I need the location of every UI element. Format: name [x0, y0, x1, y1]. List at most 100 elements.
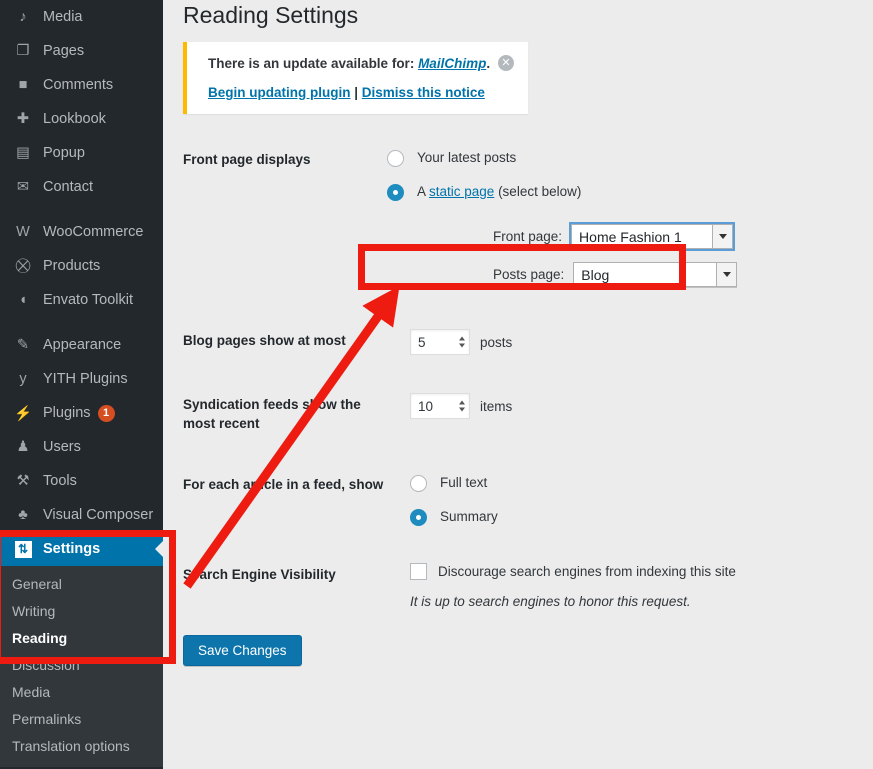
- chevron-down-icon: [712, 225, 733, 248]
- static-page-link[interactable]: static page: [429, 184, 494, 199]
- sidebar-item-label: Appearance: [43, 337, 122, 353]
- admin-sidebar: ♪ Media ❐ Pages ■ Comments ✚ Lookbook ▤ Popup ✉ Con…: [0, 0, 163, 769]
- sidebar-item-label: Comments: [43, 77, 114, 93]
- plugin-update-notice: ✕ There is an update available for: Mail…: [183, 42, 528, 114]
- sidebar-item-users[interactable]: ♟ Users: [0, 430, 163, 464]
- row-feed-article: For each article in a feed, show Full te…: [183, 473, 873, 527]
- blog-pages-unit: posts: [480, 334, 513, 350]
- submenu-item-general[interactable]: General: [0, 571, 163, 598]
- sidebar-item-plugins[interactable]: ⚡ Plugins 1: [0, 396, 163, 430]
- syndication-feeds-number-input[interactable]: 10: [410, 393, 470, 419]
- pages-icon: ❐: [16, 43, 30, 59]
- sidebar-item-popup[interactable]: ▤ Popup: [0, 136, 163, 170]
- user-icon: ♟: [16, 439, 30, 455]
- front-page-select[interactable]: Home Fashion 1: [569, 222, 736, 251]
- sidebar-item-label: Popup: [43, 145, 85, 161]
- notice-text-before: There is an update available for:: [208, 56, 419, 71]
- envelope-icon: ✉: [16, 179, 30, 195]
- radio-label-full-text: Full text: [440, 475, 488, 490]
- sidebar-item-label: Users: [43, 439, 81, 455]
- submenu-item-permalinks[interactable]: Permalinks: [0, 706, 163, 733]
- sidebar-item-label: Visual Composer: [43, 507, 154, 523]
- label-feed-article: For each article in a feed, show: [183, 477, 384, 492]
- blog-pages-value: 5: [418, 334, 426, 350]
- syndication-feeds-unit: items: [480, 398, 513, 414]
- label-front-page-displays: Front page displays: [183, 152, 311, 167]
- menu-separator: [0, 204, 163, 215]
- page-title: Reading Settings: [183, 2, 359, 28]
- wrench-icon: ⚒: [16, 473, 30, 489]
- radio-icon-summary: [410, 508, 427, 526]
- radio-summary[interactable]: Summary: [410, 507, 873, 527]
- dismiss-this-notice-link[interactable]: Dismiss this notice: [362, 85, 485, 100]
- label-posts-page: Posts page:: [493, 267, 565, 282]
- submenu-item-translation-options[interactable]: Translation options: [0, 733, 163, 760]
- notice-text-after: .: [486, 56, 491, 71]
- begin-updating-plugin-link[interactable]: Begin updating plugin: [208, 85, 350, 100]
- sidebar-item-label: YITH Plugins: [43, 371, 128, 387]
- sidebar-item-products[interactable]: ⛒ Products: [0, 249, 163, 283]
- popup-icon: ▤: [16, 145, 30, 161]
- row-syndication-feeds: Syndication feeds show the most recent 1…: [183, 393, 873, 433]
- sidebar-item-label: Envato Toolkit: [43, 292, 134, 308]
- submit-row: Save Changes: [183, 635, 873, 666]
- submenu-item-media[interactable]: Media: [0, 679, 163, 706]
- sidebar-item-contact[interactable]: ✉ Contact: [0, 170, 163, 204]
- row-blog-pages: Blog pages show at most 5 posts: [183, 329, 873, 355]
- radio-icon-static-page: [387, 183, 404, 201]
- radio-label-static-page: A static page (select below): [417, 182, 581, 202]
- envato-leaf-icon: ◖: [18, 292, 28, 308]
- radio-full-text[interactable]: Full text: [410, 473, 873, 493]
- settings-content: Reading Settings ✕ There is an update av…: [163, 0, 873, 769]
- sidebar-item-tools[interactable]: ⚒ Tools: [0, 464, 163, 498]
- posts-page-select[interactable]: Blog: [573, 262, 738, 287]
- sidebar-item-appearance[interactable]: ✎ Appearance: [0, 328, 163, 362]
- static-page-suffix: (select below): [494, 184, 582, 199]
- notice-action-separator: |: [354, 85, 359, 100]
- sidebar-item-yith-plugins[interactable]: y YITH Plugins: [0, 362, 163, 396]
- close-icon[interactable]: ✕: [498, 55, 514, 71]
- label-blog-pages: Blog pages show at most: [183, 333, 346, 348]
- sidebar-item-settings[interactable]: ⇅ Settings: [0, 532, 163, 566]
- menu-separator: [0, 317, 163, 328]
- sidebar-item-label: Lookbook: [43, 111, 106, 127]
- sidebar-item-label: Products: [43, 258, 101, 274]
- row-search-visibility: Search Engine Visibility Discourage sear…: [183, 563, 873, 609]
- sidebar-item-comments[interactable]: ■ Comments: [0, 68, 163, 102]
- paintbrush-icon: ✎: [16, 337, 30, 353]
- checkbox-icon: [410, 563, 427, 580]
- posts-page-selected-value: Blog: [581, 266, 610, 283]
- stepper-icon[interactable]: [459, 400, 465, 412]
- front-page-select-row: Front page: Home Fashion 1: [493, 222, 873, 251]
- front-page-selected-value: Home Fashion 1: [579, 228, 682, 245]
- sidebar-item-lookbook[interactable]: ✚ Lookbook: [0, 102, 163, 136]
- blog-pages-number-input[interactable]: 5: [410, 329, 470, 355]
- mailchimp-plugin-link[interactable]: MailChimp: [418, 56, 486, 71]
- submenu-item-reading[interactable]: Reading: [0, 625, 163, 652]
- radio-latest-posts[interactable]: Your latest posts: [387, 148, 873, 168]
- label-front-page: Front page:: [493, 229, 563, 244]
- sidebar-item-media[interactable]: ♪ Media: [0, 0, 163, 34]
- sidebar-item-label-settings: Settings: [43, 541, 101, 557]
- syndication-feeds-value: 10: [418, 398, 434, 414]
- plus-square-icon: ✚: [16, 111, 30, 127]
- sidebar-item-envato-toolkit[interactable]: ◖ Envato Toolkit: [0, 283, 163, 317]
- radio-label-summary: Summary: [440, 509, 498, 524]
- sidebar-item-visual-composer[interactable]: ♣ Visual Composer: [0, 498, 163, 532]
- submenu-item-writing[interactable]: Writing: [0, 598, 163, 625]
- update-count-badge: 1: [97, 404, 115, 422]
- sidebar-item-pages[interactable]: ❐ Pages: [0, 34, 163, 68]
- stepper-icon[interactable]: [459, 336, 465, 348]
- sidebar-item-woocommerce[interactable]: W WooCommerce: [0, 215, 163, 249]
- static-page-prefix: A: [417, 184, 430, 199]
- plug-icon: ⚡: [13, 405, 33, 422]
- save-changes-button[interactable]: Save Changes: [183, 635, 302, 666]
- checkbox-discourage-search-engines[interactable]: Discourage search engines from indexing …: [410, 563, 873, 580]
- sidebar-item-label: Tools: [43, 473, 77, 489]
- radio-icon-latest-posts: [387, 149, 404, 167]
- checkbox-label-discourage: Discourage search engines from indexing …: [438, 564, 736, 579]
- sidebar-item-label: Media: [43, 9, 83, 25]
- sidebar-item-label: WooCommerce: [43, 224, 144, 240]
- submenu-item-discussion[interactable]: Discussion: [0, 652, 163, 679]
- radio-static-page[interactable]: A static page (select below): [387, 182, 873, 202]
